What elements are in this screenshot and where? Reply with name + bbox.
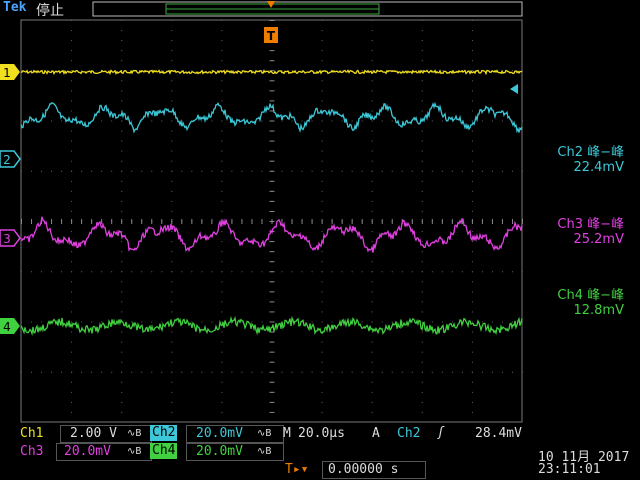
ch1-coupling-icon: ∿B [127, 428, 142, 439]
svg-text:3: 3 [3, 232, 11, 246]
time-display: 23:11:01 [538, 462, 601, 477]
ch1-scale: 2.00 V [70, 426, 117, 441]
ch3-scale: 20.0mV [64, 444, 111, 459]
ch2-coupling-icon: ∿B [257, 428, 272, 439]
waveform-traces [20, 69, 523, 337]
ch1-label[interactable]: Ch1 [20, 426, 43, 441]
timebase-value[interactable]: 20.0µs [298, 426, 345, 441]
ch4-scale: 20.0mV [196, 444, 243, 459]
horizontal-position-value: 0.00000 s [328, 462, 399, 477]
svg-text:2: 2 [3, 153, 11, 167]
grid-dots [21, 20, 523, 413]
ch3-label[interactable]: Ch3 [20, 444, 43, 459]
trigger-slope-icon: ʃ [437, 425, 445, 440]
measurement-ch4-pk2pk: Ch4 峰−峰 12.8mV [534, 284, 624, 318]
ch1-trace [20, 69, 523, 76]
svg-text:4: 4 [3, 320, 11, 334]
svg-text:1: 1 [3, 66, 11, 80]
measurement-ch3-pk2pk: Ch3 峰−峰 25.2mV [534, 213, 624, 247]
timebase-label: M [283, 426, 291, 441]
ch4-coupling-icon: ∿B [257, 446, 272, 457]
trigger-position-label: T [267, 29, 276, 43]
measurement-value: 12.8mV [573, 303, 624, 318]
ch4-label[interactable]: Ch4 [150, 443, 178, 459]
measurement-label: Ch2 峰−峰 [557, 145, 624, 160]
measurement-ch2-pk2pk: Ch2 峰−峰 22.4mV [534, 141, 624, 175]
ch2-marker[interactable]: 2 [0, 150, 21, 168]
ch2-scale: 20.0mV [196, 426, 243, 441]
horizontal-position-icon: T▸▾ [285, 462, 309, 477]
ch4-marker[interactable]: 4 [0, 318, 20, 334]
trigger-source[interactable]: Ch2 [397, 426, 420, 441]
measurement-label: Ch4 峰−峰 [557, 288, 624, 303]
oscilloscope-screen: Tek 停止 T 1 2 3 4 Ch2 峰−峰 22.4mV Ch3 峰−峰 … [0, 0, 640, 480]
ch2-label[interactable]: Ch2 [150, 425, 178, 441]
ch3-marker[interactable]: 3 [0, 229, 21, 247]
ch3-coupling-icon: ∿B [127, 446, 142, 457]
measurement-label: Ch3 峰−峰 [557, 217, 624, 232]
measurement-value: 22.4mV [573, 160, 624, 175]
trigger-level[interactable]: 28.4mV [475, 426, 522, 441]
ch2-trace [20, 101, 523, 134]
ch4-trace [20, 315, 523, 337]
trigger-level-arrow[interactable] [510, 84, 518, 94]
measurement-value: 25.2mV [573, 232, 624, 247]
ch1-marker[interactable]: 1 [0, 64, 20, 80]
trigger-mode: A [372, 426, 380, 441]
